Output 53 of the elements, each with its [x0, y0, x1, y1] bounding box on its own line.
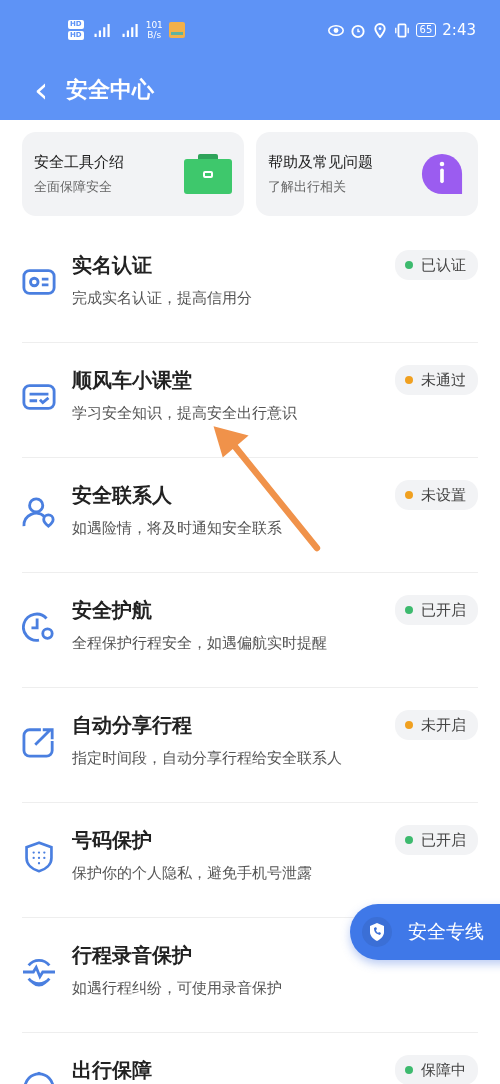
status-label: 已认证 [421, 255, 466, 275]
checklist-icon [22, 381, 56, 413]
security-item[interactable]: 安全护航 全程保护行程安全，如遇偏航实时提醒 已开启 [22, 573, 478, 688]
item-title: 安全联系人 [72, 482, 173, 509]
item-description: 学习安全知识，提高安全出行意识 [72, 404, 298, 423]
item-description: 完成实名认证，提高信用分 [72, 289, 253, 308]
alarm-icon [349, 22, 366, 38]
person-icon [22, 496, 56, 528]
security-item[interactable]: 实名认证 完成实名认证，提高信用分 已认证 [22, 228, 478, 343]
item-description: 保护你的个人隐私，避免手机号泄露 [72, 864, 313, 883]
location-icon [371, 22, 388, 38]
phone-shield-icon [362, 917, 392, 947]
card-title: 帮助及常见问题 [268, 152, 373, 172]
card-subtitle: 了解出行相关 [268, 177, 347, 196]
item-title: 顺风车小课堂 [72, 367, 193, 394]
id-card-icon [22, 266, 56, 298]
item-description: 如遇险情，将及时通知安全联系 [72, 519, 283, 538]
item-title: 实名认证 [72, 252, 153, 279]
card-title: 安全工具介绍 [34, 152, 124, 172]
item-title: 自动分享行程 [72, 712, 193, 739]
network-speed: 101 [145, 20, 163, 30]
item-description: 全程保护行程安全，如遇偏航实时提醒 [72, 634, 328, 653]
clock-time: 2:43 [442, 21, 476, 39]
status-label: 未开启 [421, 715, 466, 735]
security-item[interactable]: 出行保障 保障中 [22, 1033, 478, 1084]
status-label: 已开启 [421, 830, 466, 850]
item-description: 指定时间段，自动分享行程给安全联系人 [72, 749, 343, 768]
eye-icon [327, 22, 344, 38]
item-description: 如遇行程纠纷，可使用录音保护 [72, 979, 283, 998]
status-label: 未通过 [421, 370, 466, 390]
hotline-button[interactable]: 安全专线 [350, 904, 500, 960]
item-title: 出行保障 [72, 1057, 153, 1084]
item-title: 安全护航 [72, 597, 153, 624]
network-speed-unit: B/s [147, 30, 162, 40]
card-subtitle: 全面保障安全 [34, 177, 113, 196]
status-label: 未设置 [421, 485, 466, 505]
shield-icon [22, 841, 56, 873]
page-title: 安全中心 [66, 76, 155, 104]
status-label: 保障中 [421, 1060, 466, 1080]
security-item[interactable]: 自动分享行程 指定时间段，自动分享行程给安全联系人 未开启 [22, 688, 478, 803]
clock-pin-icon [22, 611, 56, 643]
item-title: 号码保护 [72, 827, 153, 854]
item-title: 行程录音保护 [72, 942, 193, 969]
quick-card[interactable]: 帮助及常见问题 了解出行相关 [256, 132, 478, 216]
toolbox-icon [184, 153, 232, 195]
share-icon [22, 726, 56, 758]
vibrate-icon [393, 22, 410, 38]
quick-card[interactable]: 安全工具介绍 全面保障安全 [22, 132, 244, 216]
security-item[interactable]: 安全联系人 如遇险情，将及时通知安全联系 未设置 [22, 458, 478, 573]
app-notification-icon [168, 22, 185, 38]
battery-level: 65 [415, 23, 437, 37]
sound-wave-icon [22, 956, 56, 988]
status-label: 已开启 [421, 600, 466, 620]
